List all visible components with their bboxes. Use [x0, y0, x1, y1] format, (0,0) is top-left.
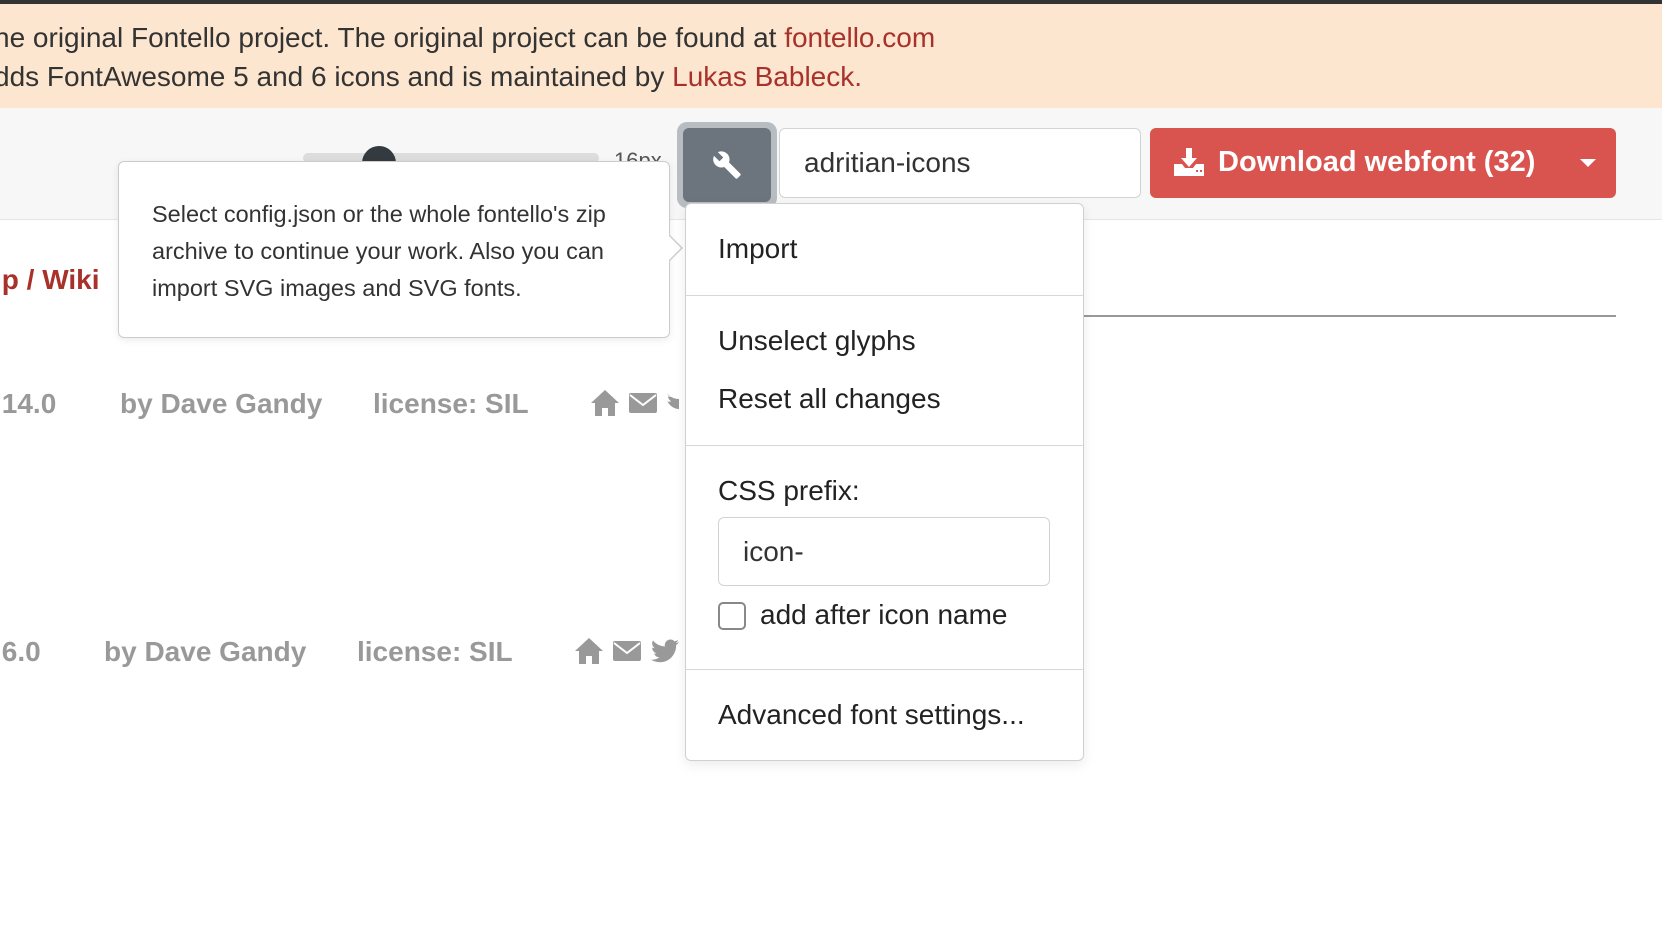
menu-item-unselect-glyphs[interactable]: Unselect glyphs — [718, 325, 916, 357]
css-prefix-input[interactable]: icon- — [718, 517, 1050, 586]
maintainer-link[interactable]: Lukas Bableck. — [672, 61, 862, 92]
menu-item-advanced-settings[interactable]: Advanced font settings... — [718, 699, 1025, 731]
import-tooltip: Select config.json or the whole fontello… — [118, 161, 683, 338]
info-banner: he original Fontello project. The origin… — [0, 4, 1662, 108]
chevron-down-icon[interactable] — [1580, 159, 1596, 167]
mail-icon — [629, 393, 657, 413]
home-icon — [575, 638, 603, 664]
fontello-link[interactable]: fontello.com — [784, 22, 935, 53]
wrench-icon — [713, 151, 741, 179]
font-name-input[interactable]: adritian-icons — [779, 128, 1141, 198]
font-author: by Dave Gandy — [120, 388, 323, 419]
banner-line-2: dds FontAwesome 5 and 6 icons and is mai… — [0, 61, 863, 92]
font-version: .14.0 — [0, 388, 57, 419]
settings-dropdown-menu: Import Unselect glyphs Reset all changes… — [685, 203, 1084, 761]
banner-line-1: he original Fontello project. The origin… — [0, 22, 936, 53]
menu-divider — [686, 669, 1083, 670]
font-preview-icons — [591, 390, 679, 416]
menu-divider — [686, 445, 1083, 446]
mail-icon — [613, 641, 641, 661]
download-webfont-button[interactable]: Download webfont (32) — [1150, 128, 1616, 198]
menu-divider — [686, 295, 1083, 296]
menu-item-import[interactable]: Import — [718, 233, 797, 265]
add-after-label[interactable]: add after icon name — [760, 599, 1008, 631]
font-preview-icons — [575, 638, 679, 664]
menu-item-reset-changes[interactable]: Reset all changes — [718, 383, 941, 415]
font-license: license: SIL — [357, 636, 513, 667]
font-author: by Dave Gandy — [104, 636, 307, 667]
help-wiki-link[interactable]: lp / Wiki — [0, 264, 100, 296]
twitter-icon — [651, 639, 679, 663]
import-tooltip-text: Select config.json or the whole fontello… — [152, 201, 606, 301]
font-version: .6.0 — [0, 636, 41, 667]
font-license: license: SIL — [373, 388, 529, 419]
tab-divider — [1080, 315, 1616, 317]
twitter-icon — [667, 393, 679, 409]
settings-button[interactable] — [677, 122, 777, 208]
add-after-checkbox[interactable] — [718, 602, 746, 630]
download-label: Download webfont (32) — [1218, 146, 1536, 178]
css-prefix-label: CSS prefix: — [718, 475, 860, 506]
tooltip-arrow — [668, 234, 683, 262]
home-icon — [591, 390, 619, 416]
download-icon — [1174, 148, 1204, 176]
